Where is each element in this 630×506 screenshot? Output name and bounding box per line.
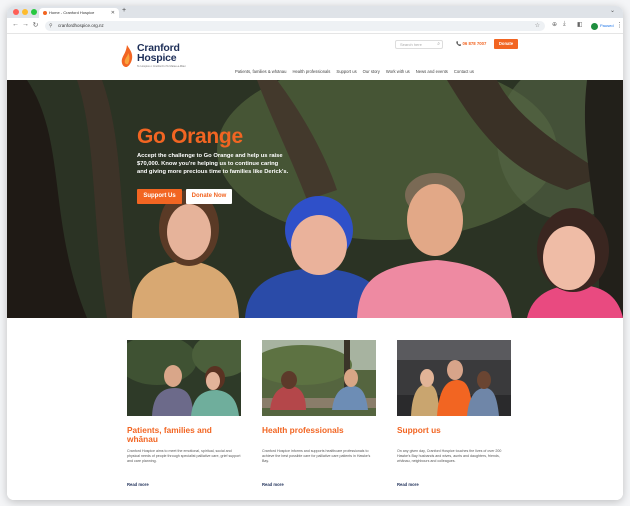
read-more-link-support-us[interactable]: Read more <box>397 482 511 487</box>
tab-strip: Home - Cranford Hospice ✕ + ⌄ <box>7 6 623 18</box>
profile-label: Paused <box>600 23 614 28</box>
phone-link[interactable]: 📞 06 878 7007 <box>456 41 486 47</box>
browser-tab[interactable]: Home - Cranford Hospice ✕ <box>39 8 119 18</box>
card-title-support-us[interactable]: Support us <box>397 426 511 445</box>
nav-item-news-events[interactable]: News and events <box>416 69 448 74</box>
logo-text: Cranford Hospice <box>137 43 180 64</box>
card-title-patients[interactable]: Patients, families and whānau <box>127 426 241 445</box>
hero-photo <box>7 80 623 318</box>
hero-banner: Go Orange Accept the challenge to Go Ora… <box>7 80 623 318</box>
card-desc-support-us: On any given day, Cranford Hospice touch… <box>397 449 502 463</box>
browser-window: Home - Cranford Hospice ✕ + ⌄ ← → ↻ ⚲ cr… <box>7 6 623 500</box>
site-header: Cranford Hospice Te Hospice o Cranford k… <box>7 34 623 80</box>
close-window-button[interactable] <box>13 9 19 15</box>
card-patients: Patients, families and whānau Cranford H… <box>127 340 241 487</box>
card-image-patients[interactable] <box>127 340 241 416</box>
maximize-window-button[interactable] <box>31 9 37 15</box>
nav-item-work-with-us[interactable]: Work with us <box>386 69 410 74</box>
search-icon[interactable]: ⌕ <box>437 41 440 48</box>
side-panel-icon[interactable]: ◧ <box>577 21 583 28</box>
minimize-window-button[interactable] <box>22 9 28 15</box>
header-donate-button[interactable]: Donate <box>494 39 518 49</box>
search-placeholder: Search here <box>400 42 422 47</box>
close-tab-icon[interactable]: ✕ <box>111 8 115 18</box>
card-desc-patients: Cranford Hospice aims to meet the emotio… <box>127 449 241 463</box>
card-support-us: Support us On any given day, Cranford Ho… <box>397 340 511 487</box>
hero-text: Accept the challenge to Go Orange and he… <box>137 153 289 175</box>
browser-toolbar: ← → ↻ ⚲ cranfordhospice.org.nz ☆ ⊕ ⤓ ◧ P… <box>7 18 623 34</box>
browser-menu-icon[interactable]: ⋮ <box>616 21 623 29</box>
nav-item-contact-us[interactable]: Contact us <box>454 69 474 74</box>
read-more-link-health-professionals[interactable]: Read more <box>262 482 376 487</box>
logo-tagline: Te Hospice o Cranford ki Te Matau-a-Māui <box>137 65 186 68</box>
bookmark-star-icon[interactable]: ☆ <box>535 21 540 31</box>
favicon-icon <box>43 11 47 15</box>
url-text: cranfordhospice.org.nz <box>58 23 104 28</box>
tab-search-icon[interactable]: ⌄ <box>610 7 615 14</box>
downloads-icon[interactable]: ⤓ <box>563 21 566 28</box>
card-image-support-us[interactable] <box>397 340 511 416</box>
avatar <box>591 22 598 30</box>
flame-icon <box>121 45 133 67</box>
hero-title: Go Orange <box>137 125 243 148</box>
donate-now-button[interactable]: Donate Now <box>186 189 232 204</box>
card-desc-health-professionals: Cranford Hospice informs and supports he… <box>262 449 371 463</box>
nav-item-health-professionals[interactable]: Health professionals <box>292 69 330 74</box>
site-info-icon[interactable]: ⚲ <box>49 21 53 31</box>
extensions-icon[interactable]: ⊕ <box>552 21 557 28</box>
reload-icon[interactable]: ↻ <box>31 21 40 29</box>
site-search-input[interactable]: Search here ⌕ <box>395 40 443 49</box>
nav-item-our-story[interactable]: Our story <box>363 69 380 74</box>
address-bar[interactable]: ⚲ cranfordhospice.org.nz ☆ <box>45 21 545 31</box>
new-tab-icon[interactable]: + <box>122 7 126 14</box>
logo-line2: Hospice <box>137 52 177 64</box>
card-image-health-professionals[interactable] <box>262 340 376 416</box>
main-nav: Patients, families & whānau Health profe… <box>235 69 474 74</box>
forward-icon[interactable]: → <box>21 21 30 28</box>
support-us-button[interactable]: Support Us <box>137 189 182 204</box>
webpage: Cranford Hospice Te Hospice o Cranford k… <box>7 34 623 500</box>
nav-item-support-us[interactable]: Support us <box>336 69 356 74</box>
back-icon[interactable]: ← <box>11 21 20 28</box>
window-controls <box>13 9 37 15</box>
read-more-link-patients[interactable]: Read more <box>127 482 241 487</box>
card-title-health-professionals[interactable]: Health professionals <box>262 426 376 445</box>
site-logo[interactable]: Cranford Hospice Te Hospice o Cranford k… <box>120 43 186 73</box>
nav-item-patients[interactable]: Patients, families & whānau <box>235 69 286 74</box>
cards-section: Patients, families and whānau Cranford H… <box>7 318 623 500</box>
profile-button[interactable]: Paused <box>591 22 614 30</box>
tab-title: Home - Cranford Hospice <box>49 10 95 15</box>
card-health-professionals: Health professionals Cranford Hospice in… <box>262 340 376 487</box>
phone-number: 06 878 7007 <box>462 41 487 46</box>
